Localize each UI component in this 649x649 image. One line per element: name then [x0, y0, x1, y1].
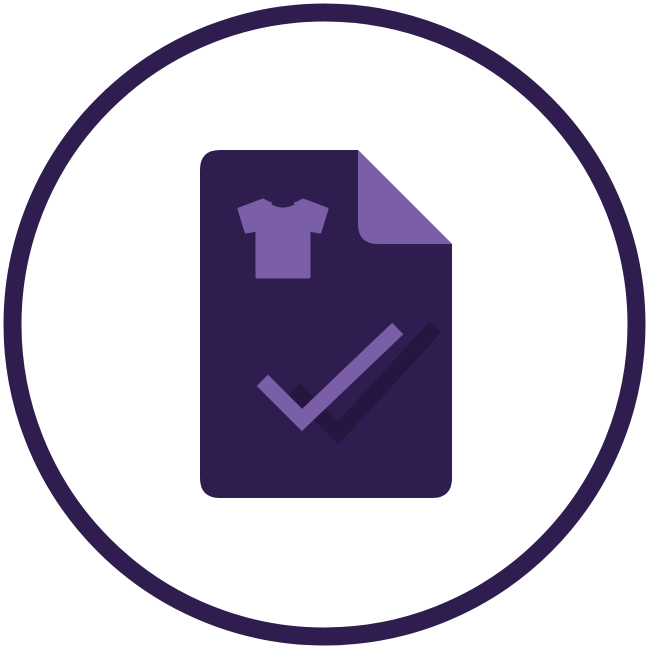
icon-graphic	[3, 3, 646, 646]
clothing-document-approved-icon	[0, 0, 649, 649]
